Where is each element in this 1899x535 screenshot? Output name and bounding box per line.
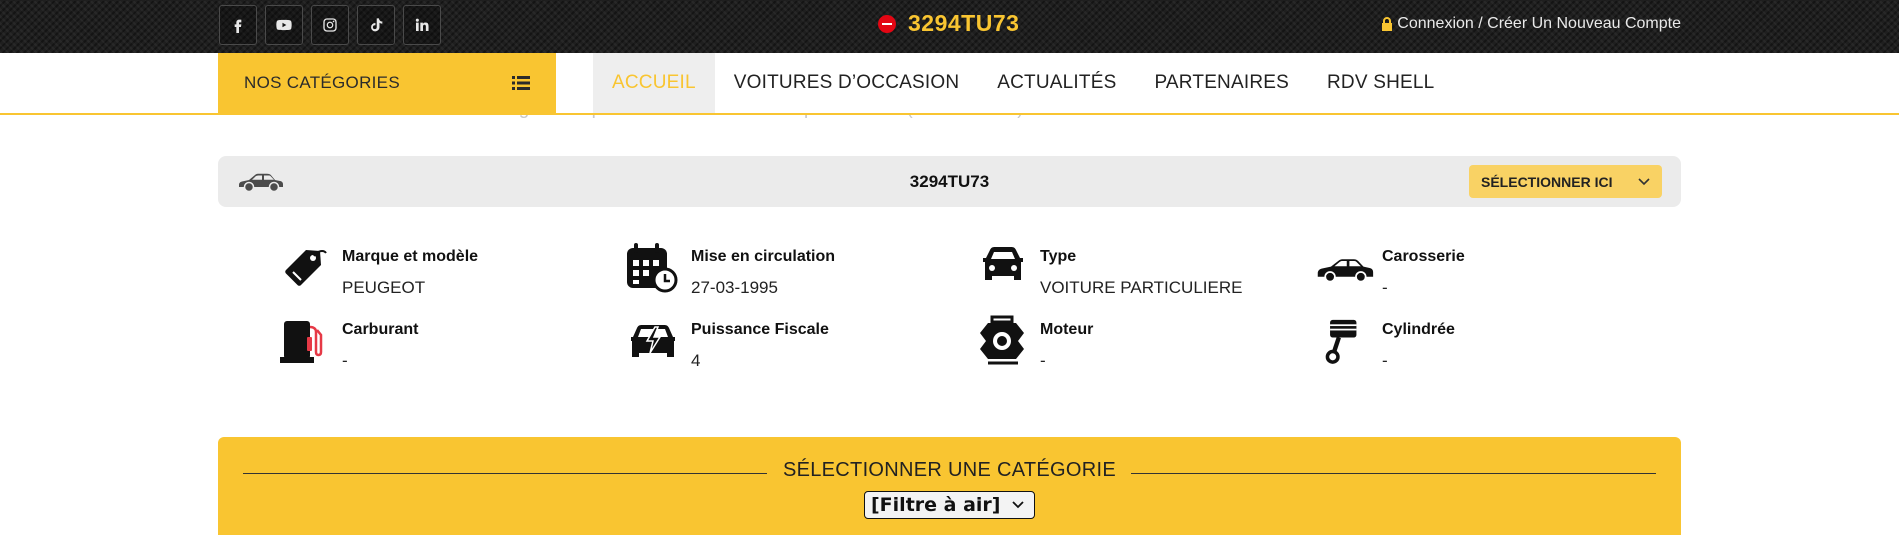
- spec-label: Moteur: [1040, 321, 1094, 338]
- vehicle-plate: 3294TU73: [909, 172, 990, 191]
- nav-item-voitures-occasion[interactable]: VOITURES D’OCCASION: [715, 53, 979, 113]
- spec-moteur: Moteur -: [974, 313, 1274, 377]
- spec-value: -: [1040, 351, 1046, 370]
- spec-value: -: [1382, 278, 1388, 297]
- remove-plate-icon[interactable]: [878, 14, 896, 33]
- fuel-pump-icon: [276, 313, 334, 369]
- spec-type: Type VOITURE PARTICULIERE: [974, 240, 1274, 304]
- social-links: [219, 5, 441, 45]
- category-selected-value: [Filtre à air]: [871, 494, 1001, 516]
- select-vehicle-dropdown[interactable]: SÉLECTIONNER ICI: [1469, 165, 1662, 198]
- car-power-icon: [625, 313, 683, 369]
- spec-value: 4: [691, 351, 701, 370]
- nav-item-actualites[interactable]: ACTUALITÉS: [978, 53, 1135, 113]
- select-vehicle-label: SÉLECTIONNER ICI: [1481, 173, 1613, 190]
- spec-label: Carburant: [342, 321, 419, 338]
- spec-value: VOITURE PARTICULIERE: [1040, 278, 1243, 297]
- chevron-down-icon: [1638, 177, 1650, 185]
- top-bar: 3294TU73 Connexion / Créer Un Nouveau Co…: [0, 0, 1899, 53]
- car-front-icon: [974, 240, 1032, 296]
- facebook-icon: [234, 19, 242, 33]
- nav-menu: ACCUEIL VOITURES D’OCCASION ACTUALITÉS P…: [593, 53, 1453, 113]
- facebook-button[interactable]: [219, 5, 257, 45]
- engine-icon: [974, 313, 1032, 369]
- spec-label: Carosserie: [1382, 248, 1465, 265]
- linkedin-icon: [415, 18, 429, 31]
- spec-value: -: [342, 351, 348, 370]
- spec-label: Type: [1040, 248, 1077, 265]
- lock-icon: [1382, 17, 1393, 31]
- category-title: SÉLECTIONNER UNE CATÉGORIE: [782, 459, 1117, 481]
- spec-cylindree: Cylindrée -: [1316, 313, 1616, 377]
- login-label: Connexion / Créer Un Nouveau Compte: [1397, 15, 1681, 32]
- youtube-icon: [276, 19, 292, 31]
- category-selector-panel: SÉLECTIONNER UNE CATÉGORIE [Filtre à air…: [218, 437, 1681, 535]
- vehicle-plate-card: 3294TU73 SÉLECTIONNER ICI: [218, 156, 1681, 207]
- spec-mise-en-circulation: Mise en circulation 27-03-1995: [625, 240, 925, 304]
- nav-item-rdv-shell[interactable]: RDV SHELL: [1308, 53, 1453, 113]
- nav-item-accueil[interactable]: ACCUEIL: [593, 53, 715, 113]
- spec-label: Mise en circulation: [691, 248, 836, 265]
- chevron-down-icon: [1012, 501, 1024, 509]
- current-plate-text: 3294TU73: [908, 10, 1020, 36]
- linkedin-button[interactable]: [403, 5, 441, 45]
- spec-marque-modele: Marque et modèle PEUGEOT: [276, 240, 576, 304]
- category-select[interactable]: [Filtre à air]: [864, 491, 1035, 519]
- nav-item-partenaires[interactable]: PARTENAIRES: [1135, 53, 1308, 113]
- current-plate[interactable]: 3294TU73: [878, 10, 1019, 37]
- tiktok-icon: [371, 18, 383, 32]
- spec-puissance-fiscale: Puissance Fiscale 4: [625, 313, 925, 377]
- instagram-icon: [323, 18, 337, 32]
- categories-label: NOS CATÉGORIES: [244, 73, 400, 92]
- spec-value: 27-03-1995: [691, 278, 778, 297]
- spec-label: Marque et modèle: [342, 248, 479, 265]
- youtube-button[interactable]: [265, 5, 303, 45]
- instagram-button[interactable]: [311, 5, 349, 45]
- tiktok-button[interactable]: [357, 5, 395, 45]
- spec-value: -: [1382, 351, 1388, 370]
- main-nav: NOS CATÉGORIES ACCUEIL VOITURES D’OCCASI…: [0, 53, 1899, 115]
- categories-button[interactable]: NOS CATÉGORIES: [218, 53, 556, 113]
- car-side-icon: [1316, 240, 1374, 296]
- spec-label: Cylindrée: [1382, 321, 1455, 338]
- spec-carosserie: Carosserie -: [1316, 240, 1616, 304]
- spec-label: Puissance Fiscale: [691, 321, 829, 338]
- piston-icon: [1316, 313, 1374, 369]
- price-tag-icon: [276, 240, 334, 296]
- spec-carburant: Carburant -: [276, 313, 576, 377]
- calendar-clock-icon: [625, 240, 683, 296]
- list-icon: [512, 76, 530, 90]
- spec-value: PEUGEOT: [342, 278, 426, 297]
- login-link[interactable]: Connexion / Créer Un Nouveau Compte: [1381, 15, 1681, 33]
